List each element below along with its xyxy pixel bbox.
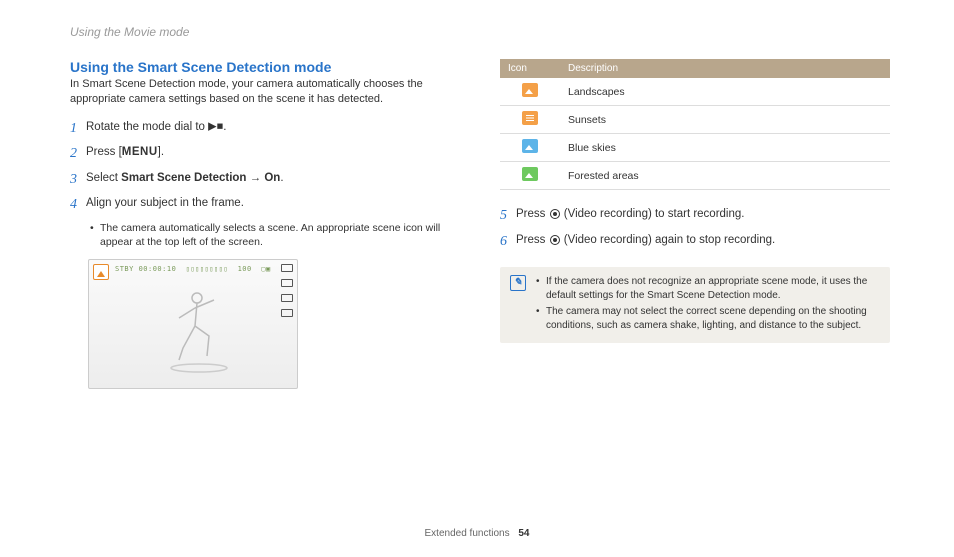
record-button-icon <box>550 209 560 219</box>
step-body: Rotate the mode dial to ▶■. <box>86 119 450 135</box>
step-number: 3 <box>70 170 86 190</box>
step-prefix: Select <box>86 172 121 184</box>
step-2: 2 Press [MENU]. <box>70 144 450 164</box>
landscape-icon <box>522 83 538 97</box>
note-box: ✎ If the camera does not recognize an ap… <box>500 267 890 343</box>
step-prefix: Press [ <box>86 146 122 158</box>
note-item: The camera may not select the correct sc… <box>536 305 880 333</box>
step-body: Press (Video recording) again to stop re… <box>516 232 890 248</box>
menu-label: MENU <box>122 146 158 158</box>
scene-icon-table: Icon Description Landscapes Sunsets Blue… <box>500 59 890 190</box>
step-4: 4 Align your subject in the frame. <box>70 195 450 215</box>
movie-mode-icon: ▶■ <box>208 120 223 132</box>
status-icon <box>281 279 293 287</box>
step-3: 3 Select Smart Scene Detection → On. <box>70 170 450 190</box>
section-intro: In Smart Scene Detection mode, your came… <box>70 77 450 107</box>
right-column: Icon Description Landscapes Sunsets Blue… <box>500 59 890 389</box>
step-pre: Press <box>516 208 549 220</box>
stby-label: STBY 00:00:10 ▯▯▯▯▯▯▯▯▯ 100 ▢▣ <box>115 265 271 273</box>
step-number: 1 <box>70 119 86 139</box>
step-body: Press (Video recording) to start recordi… <box>516 206 890 222</box>
sunset-icon <box>522 111 538 125</box>
step-body: Select Smart Scene Detection → On. <box>86 170 450 186</box>
step-text: Rotate the mode dial to <box>86 121 208 133</box>
scene-icon <box>93 264 109 280</box>
status-icon <box>281 294 293 302</box>
left-column: Using the Smart Scene Detection mode In … <box>70 59 450 389</box>
row-desc: Forested areas <box>560 162 890 190</box>
step-suffix: . <box>280 172 283 184</box>
step-mid: (Video recording) to start recording. <box>561 208 745 220</box>
table-header-icon: Icon <box>500 59 560 78</box>
step-6: 6 Press (Video recording) again to stop … <box>500 232 890 252</box>
note-icon: ✎ <box>510 275 526 291</box>
table-row: Sunsets <box>500 106 890 134</box>
step-4-bullet: The camera automatically selects a scene… <box>90 221 450 249</box>
content: Using the Smart Scene Detection mode In … <box>0 39 954 389</box>
option-value: On <box>264 172 280 184</box>
status-icon <box>281 309 293 317</box>
record-button-icon <box>550 235 560 245</box>
blue-sky-icon <box>522 139 538 153</box>
footer-label: Extended functions <box>425 528 510 539</box>
step-5: 5 Press (Video recording) to start recor… <box>500 206 890 226</box>
page-number: 54 <box>518 528 529 539</box>
row-desc: Blue skies <box>560 134 890 162</box>
step-pre: Press <box>516 234 549 246</box>
page-header-breadcrumb: Using the Movie mode <box>0 0 954 39</box>
table-row: Blue skies <box>500 134 890 162</box>
arrow-icon: → <box>246 172 264 184</box>
right-status-icons <box>281 264 293 317</box>
page-footer: Extended functions 54 <box>0 528 954 539</box>
step-number: 5 <box>500 206 516 226</box>
table-header-desc: Description <box>560 59 890 78</box>
figure-silhouette-icon <box>159 288 239 378</box>
step-body: Align your subject in the frame. <box>86 195 450 211</box>
row-desc: Sunsets <box>560 106 890 134</box>
step-1: 1 Rotate the mode dial to ▶■. <box>70 119 450 139</box>
table-row: Landscapes <box>500 78 890 106</box>
step-suffix: . <box>223 121 226 133</box>
step-number: 4 <box>70 195 86 215</box>
step-suffix: ]. <box>158 146 164 158</box>
step-number: 2 <box>70 144 86 164</box>
note-list: If the camera does not recognize an appr… <box>536 275 880 335</box>
step-body: Press [MENU]. <box>86 144 450 160</box>
row-desc: Landscapes <box>560 78 890 106</box>
forest-icon <box>522 167 538 181</box>
status-icon <box>281 264 293 272</box>
option-name: Smart Scene Detection <box>121 172 246 184</box>
step-mid: (Video recording) again to stop recordin… <box>561 234 776 246</box>
note-item: If the camera does not recognize an appr… <box>536 275 880 303</box>
section-title: Using the Smart Scene Detection mode <box>70 59 450 75</box>
camera-screenshot: STBY 00:00:10 ▯▯▯▯▯▯▯▯▯ 100 ▢▣ <box>88 259 298 389</box>
step-number: 6 <box>500 232 516 252</box>
table-row: Forested areas <box>500 162 890 190</box>
